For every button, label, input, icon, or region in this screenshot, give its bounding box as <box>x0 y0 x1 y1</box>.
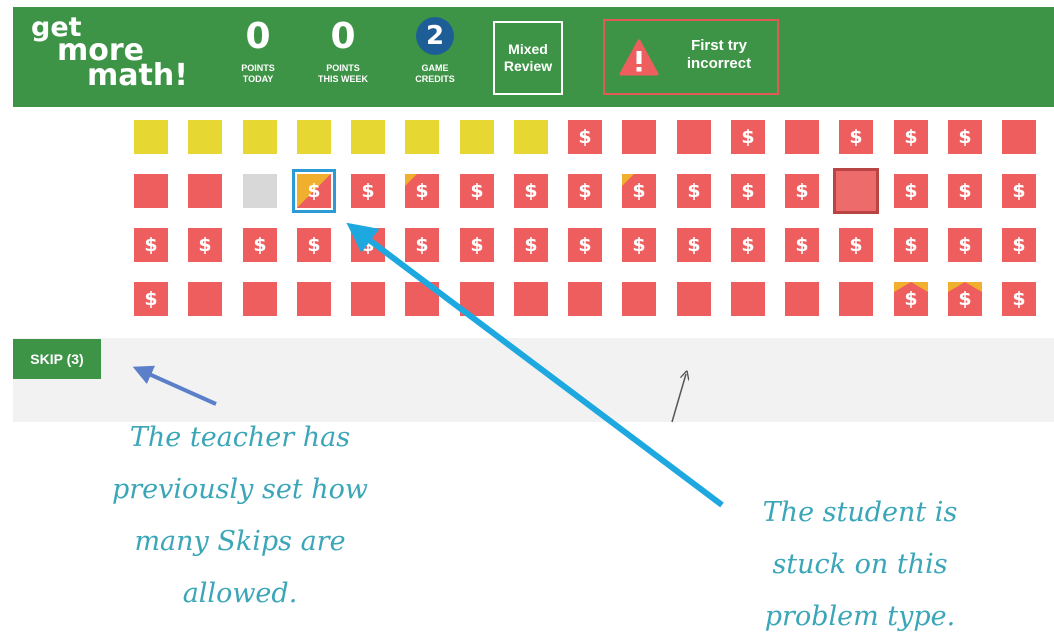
teacher-arrow <box>132 365 217 406</box>
student-note-line-3: problem type. <box>764 601 956 632</box>
student-note-line-1: The student is <box>762 497 958 528</box>
teacher-note-line-1: The teacher has <box>129 422 351 453</box>
teacher-annotation: The teacher has previously set how many … <box>90 412 390 620</box>
teacher-note-line-2: previously set how <box>111 474 369 505</box>
cursor-arrow <box>671 374 686 423</box>
student-arrow <box>346 222 724 508</box>
student-annotation: The student is stuck on this problem typ… <box>710 487 1010 643</box>
teacher-note-line-4: allowed. <box>182 578 298 609</box>
student-note-line-2: stuck on this <box>772 549 948 580</box>
teacher-note-line-3: many Skips are <box>134 526 346 557</box>
